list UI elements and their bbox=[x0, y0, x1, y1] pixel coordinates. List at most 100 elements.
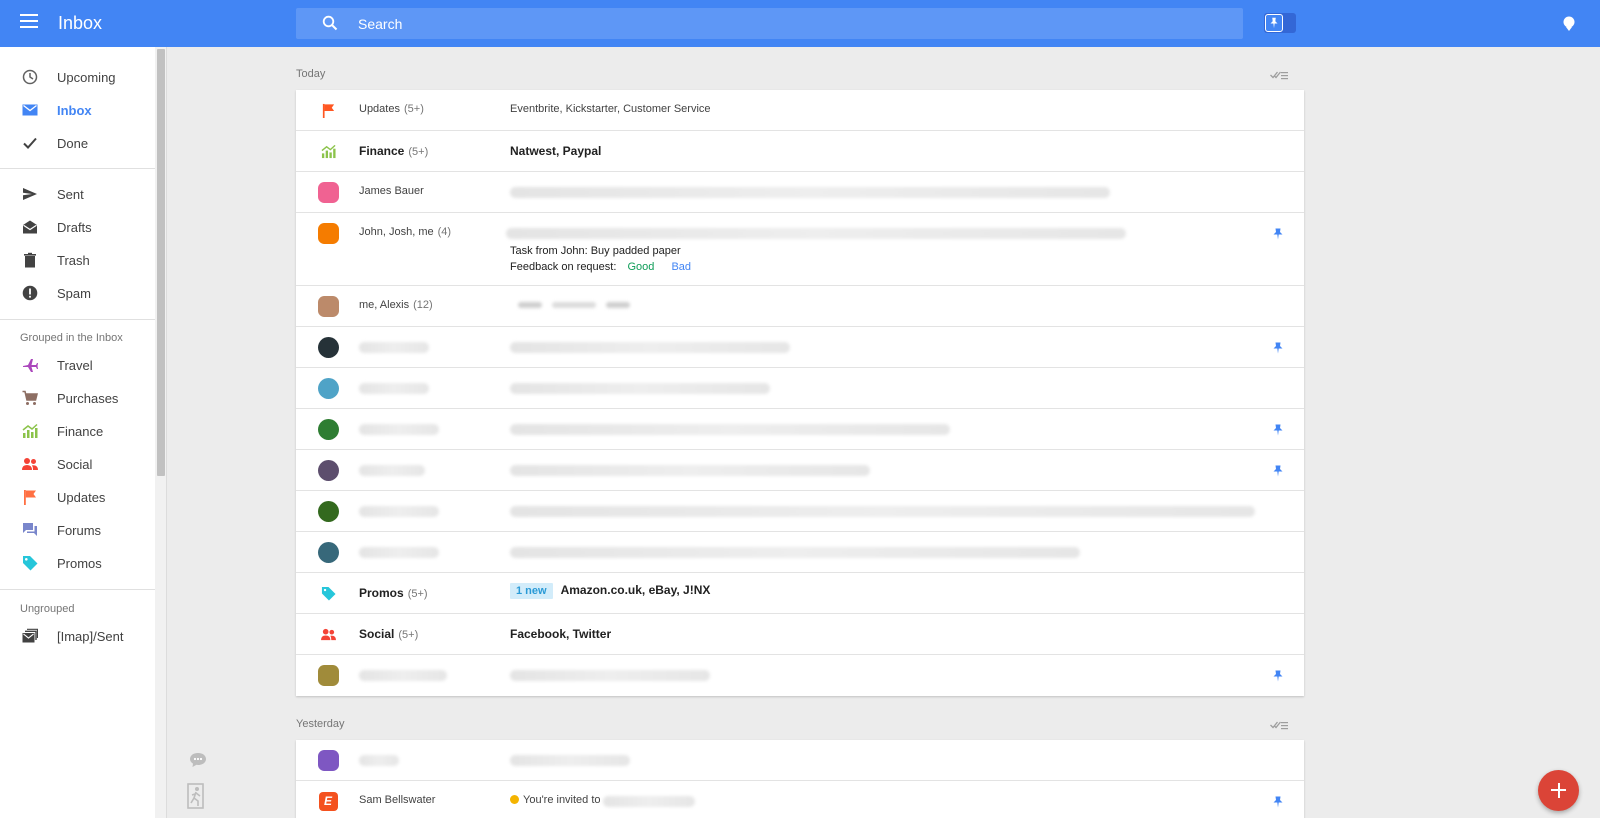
list-item[interactable] bbox=[296, 409, 1304, 450]
blurred-sender bbox=[359, 383, 429, 394]
pin-icon[interactable] bbox=[1273, 424, 1283, 436]
sidebar-item-social[interactable]: Social bbox=[0, 448, 155, 481]
sidebar-item-travel[interactable]: Travel bbox=[0, 349, 155, 382]
pin-icon[interactable] bbox=[1273, 670, 1283, 682]
list-item-social-bundle[interactable]: Social (5+) Facebook, Twitter bbox=[296, 614, 1304, 655]
sidebar-item-spam[interactable]: Spam bbox=[0, 277, 155, 310]
list-item-finance-bundle[interactable]: Finance (5+) Natwest, Paypal bbox=[296, 131, 1304, 172]
sidebar-item-label: [Imap]/Sent bbox=[57, 629, 124, 644]
sidebar-item-updates[interactable]: Updates bbox=[0, 481, 155, 514]
grouped-heading: Grouped in the Inbox bbox=[20, 332, 123, 344]
list-item[interactable] bbox=[296, 740, 1304, 781]
feedback-good-link[interactable]: Good bbox=[627, 261, 654, 273]
bundle-subject: Eventbrite, Kickstarter, Customer Servic… bbox=[510, 103, 711, 115]
list-item-me-alexis[interactable]: me, Alexis (12) bbox=[296, 286, 1304, 327]
flag-icon bbox=[24, 490, 36, 505]
tag-icon bbox=[23, 556, 38, 571]
plus-icon bbox=[1557, 783, 1560, 798]
sidebar-item-sent[interactable]: Sent bbox=[0, 178, 155, 211]
message-count: (5+) bbox=[408, 146, 429, 158]
clock-icon bbox=[22, 69, 38, 85]
avatar bbox=[318, 665, 339, 686]
blurred-snippet bbox=[510, 383, 770, 394]
pin-icon[interactable] bbox=[1273, 342, 1283, 354]
sidebar-item-label: Done bbox=[57, 136, 89, 151]
list-item[interactable] bbox=[296, 368, 1304, 409]
sidebar-scrollbar-thumb[interactable] bbox=[157, 49, 165, 476]
sidebar-item-promos[interactable]: Promos bbox=[0, 547, 155, 580]
list-item[interactable] bbox=[296, 655, 1304, 696]
sidebar-divider bbox=[0, 319, 155, 320]
sidebar-item-label: Purchases bbox=[57, 391, 119, 406]
search-icon[interactable] bbox=[322, 15, 338, 31]
avatar bbox=[318, 337, 339, 358]
list-item[interactable] bbox=[296, 327, 1304, 368]
sidebar-item-trash[interactable]: Trash bbox=[0, 244, 155, 277]
sidebar-item-label: Promos bbox=[57, 556, 102, 571]
sidebar-item-done[interactable]: Done bbox=[0, 127, 155, 160]
sidebar-divider bbox=[0, 168, 155, 169]
sidebar-item-forums[interactable]: Forums bbox=[0, 514, 155, 547]
invite-badge-icon bbox=[510, 795, 519, 804]
flag-icon bbox=[322, 103, 335, 118]
sidebar-scrollbar[interactable] bbox=[155, 47, 167, 818]
avatar bbox=[318, 223, 339, 244]
avatar bbox=[318, 501, 339, 522]
checkmark-icon bbox=[23, 137, 37, 149]
tag-icon bbox=[321, 586, 336, 601]
feedback-bad-link[interactable]: Bad bbox=[671, 261, 691, 273]
list-item-sam-bellswater[interactable]: E Sam Bellswater You're invited to bbox=[296, 781, 1304, 818]
sidebar-item-label: Trash bbox=[57, 253, 90, 268]
people-icon bbox=[22, 458, 38, 470]
send-icon bbox=[23, 188, 37, 200]
chat-icon[interactable] bbox=[189, 752, 207, 768]
sidebar-item-label: Drafts bbox=[57, 220, 92, 235]
sidebar-item-label: Sent bbox=[57, 187, 84, 202]
list-item[interactable] bbox=[296, 532, 1304, 573]
list-item-james-bauer[interactable]: James Bauer bbox=[296, 172, 1304, 213]
chart-icon bbox=[321, 144, 336, 159]
sidebar-item-upcoming[interactable]: Upcoming bbox=[0, 61, 155, 94]
message-count: (5+) bbox=[403, 103, 424, 115]
bundle-subject: Facebook, Twitter bbox=[510, 627, 612, 641]
yesterday-list: E Sam Bellswater You're invited to bbox=[296, 740, 1304, 818]
pin-icon[interactable] bbox=[1273, 465, 1283, 477]
sidebar-item-purchases[interactable]: Purchases bbox=[0, 382, 155, 415]
search-box[interactable] bbox=[296, 8, 1243, 39]
search-input[interactable] bbox=[358, 8, 1218, 39]
eventbrite-logo-icon: E bbox=[319, 792, 338, 811]
pinned-toggle[interactable] bbox=[1264, 13, 1296, 33]
list-item-john-josh-me[interactable]: John, Josh, me (4) Task from John: Buy pa… bbox=[296, 213, 1304, 286]
sidebar-item-label: Upcoming bbox=[57, 70, 116, 85]
sidebar-item-imap-sent[interactable]: [Imap]/Sent bbox=[0, 620, 155, 653]
blurred-sender bbox=[359, 670, 447, 681]
pin-icon[interactable] bbox=[1273, 228, 1283, 240]
sender-name: John, Josh, me (4) bbox=[359, 226, 451, 238]
avatar bbox=[318, 182, 339, 203]
list-item[interactable] bbox=[296, 450, 1304, 491]
mail-stack-icon bbox=[22, 628, 38, 643]
bundle-name: Social bbox=[359, 627, 395, 641]
pin-icon[interactable] bbox=[1273, 796, 1283, 808]
blurred-snippet bbox=[603, 796, 695, 807]
sidebar-item-finance[interactable]: Finance bbox=[0, 415, 155, 448]
bundle-sender: Updates (5+) bbox=[359, 103, 424, 115]
list-item-updates-bundle[interactable]: Updates (5+) Eventbrite, Kickstarter, Cus… bbox=[296, 90, 1304, 131]
chart-icon bbox=[22, 423, 38, 438]
list-item-promos-bundle[interactable]: Promos (5+) 1 new Amazon.co.uk, eBay, J!NX bbox=[296, 573, 1304, 614]
section-label-today: Today bbox=[296, 68, 326, 80]
sweep-done-icon[interactable] bbox=[1270, 720, 1288, 730]
exit-icon[interactable] bbox=[186, 782, 206, 810]
sender-name: James Bauer bbox=[359, 185, 424, 197]
list-item[interactable] bbox=[296, 491, 1304, 532]
hamburger-menu-icon[interactable] bbox=[20, 14, 38, 28]
sidebar-item-drafts[interactable]: Drafts bbox=[0, 211, 155, 244]
sidebar: Upcoming Inbox Done Sent Drafts Trash Sp… bbox=[0, 47, 155, 818]
sidebar-item-inbox[interactable]: Inbox bbox=[0, 94, 155, 127]
compose-button[interactable] bbox=[1538, 770, 1579, 811]
account-icon[interactable] bbox=[1562, 16, 1576, 32]
blurred-sender bbox=[359, 506, 439, 517]
sweep-done-icon[interactable] bbox=[1270, 70, 1288, 80]
blurred-sender bbox=[359, 465, 425, 476]
blurred-sender bbox=[359, 342, 429, 353]
